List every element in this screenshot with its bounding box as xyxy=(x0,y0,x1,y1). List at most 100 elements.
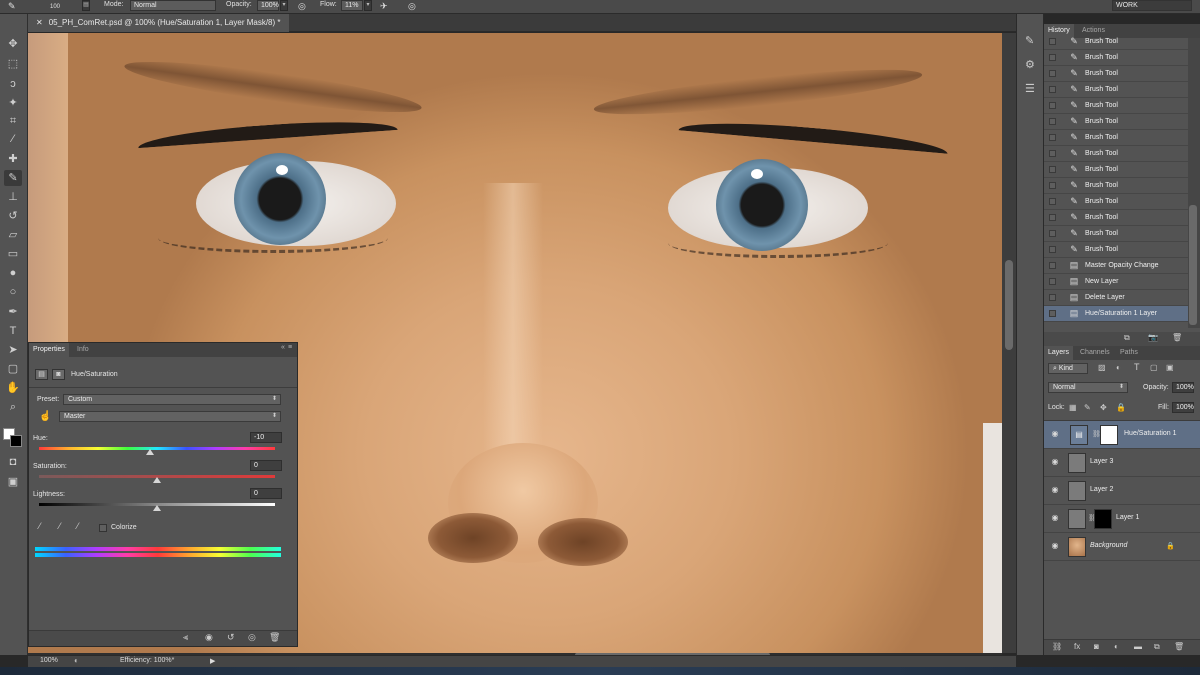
history-item[interactable]: ✎ Brush Tool xyxy=(1044,98,1188,114)
dodge-tool-icon[interactable]: ○ xyxy=(4,284,22,300)
history-item[interactable]: ✎ Brush Tool xyxy=(1044,162,1188,178)
hue-field[interactable]: -10 xyxy=(250,432,282,443)
history-source-checkbox[interactable] xyxy=(1049,70,1056,77)
mode-select[interactable]: Normal xyxy=(130,0,216,11)
eyedropper-minus-icon[interactable]: ⁄ xyxy=(77,521,79,531)
history-source-checkbox[interactable] xyxy=(1049,262,1056,269)
hue-slider-knob[interactable] xyxy=(146,449,155,455)
history-source-checkbox[interactable] xyxy=(1049,118,1056,125)
zoom-level[interactable]: 100% xyxy=(40,657,58,664)
layer-style-icon[interactable]: fx xyxy=(1074,642,1080,651)
filter-smart-object-icon[interactable]: ▣ xyxy=(1166,363,1174,372)
history-item[interactable]: ✎ Brush Tool xyxy=(1044,130,1188,146)
history-source-checkbox[interactable] xyxy=(1049,54,1056,61)
history-item[interactable]: ✎ Brush Tool xyxy=(1044,66,1188,82)
history-item[interactable]: ✎ Brush Tool xyxy=(1044,242,1188,258)
history-item[interactable]: ✎ Brush Tool xyxy=(1044,194,1188,210)
layer-mask-icon[interactable]: ◙ xyxy=(52,369,65,380)
new-group-icon[interactable]: ▬ xyxy=(1134,642,1142,651)
view-previous-state-icon[interactable]: ◉ xyxy=(205,632,213,643)
history-source-checkbox[interactable] xyxy=(1049,214,1056,221)
layer-mask-thumb[interactable] xyxy=(1094,509,1112,529)
layer-row-background[interactable]: ◉ Background 🔒 xyxy=(1044,533,1200,561)
eyedropper-plus-icon[interactable]: ⁄ xyxy=(59,521,61,531)
layer-filter-select[interactable]: ⌕ Kind xyxy=(1048,363,1088,374)
clip-to-layer-icon[interactable]: ⫷ xyxy=(183,632,188,643)
history-source-checkbox[interactable] xyxy=(1049,166,1056,173)
history-item[interactable]: ✎ Brush Tool xyxy=(1044,114,1188,130)
new-snapshot-icon[interactable]: 📷 xyxy=(1148,333,1158,342)
move-tool-icon[interactable]: ✥ xyxy=(4,36,22,52)
saturation-slider-knob[interactable] xyxy=(153,477,161,483)
document-tab[interactable]: ✕ 05_PH_ComRet.psd @ 100% (Hue/Saturation… xyxy=(28,14,289,32)
history-source-checkbox[interactable] xyxy=(1049,278,1056,285)
visibility-eye-icon[interactable]: ◉ xyxy=(1050,457,1060,467)
channel-select[interactable]: Master ⬍ xyxy=(59,411,281,422)
reset-icon[interactable]: ↺ xyxy=(227,632,235,643)
visibility-eye-icon[interactable]: ◉ xyxy=(1050,485,1060,495)
tab-info[interactable]: Info xyxy=(73,343,93,357)
eyedropper-tool-icon[interactable]: ⁄ xyxy=(4,131,22,147)
type-tool-icon[interactable]: T xyxy=(4,323,22,339)
airbrush-icon[interactable]: ✈ xyxy=(380,1,388,12)
history-item[interactable]: ▤ Master Opacity Change xyxy=(1044,258,1188,274)
layer-opacity-field[interactable]: 100% xyxy=(1172,382,1194,393)
history-item[interactable]: ✎ Brush Tool xyxy=(1044,50,1188,66)
adjustments-panel-icon[interactable]: ⚙ xyxy=(1025,58,1035,71)
pen-tool-icon[interactable]: ✒ xyxy=(4,304,22,320)
crop-tool-icon[interactable]: ⌗ xyxy=(4,113,22,129)
history-source-checkbox[interactable] xyxy=(1049,134,1056,141)
canvas-vertical-scroll-thumb[interactable] xyxy=(1005,260,1013,350)
add-mask-icon[interactable]: ◙ xyxy=(1094,642,1099,651)
history-source-checkbox[interactable] xyxy=(1049,230,1056,237)
pressure-opacity-icon[interactable]: ◎ xyxy=(298,1,306,12)
screen-mode-icon[interactable]: ▣ xyxy=(4,474,22,490)
history-source-checkbox[interactable] xyxy=(1049,38,1056,45)
layer-row-layer-2[interactable]: ◉ Layer 2 xyxy=(1044,477,1200,505)
hand-tool-icon[interactable]: ✋ xyxy=(4,380,22,396)
filter-pixel-icon[interactable]: ▨ xyxy=(1098,363,1106,372)
history-item[interactable]: ✎ Brush Tool xyxy=(1044,34,1188,50)
history-source-checkbox[interactable] xyxy=(1049,310,1056,317)
brush-panel-icon[interactable]: ✎ xyxy=(1025,34,1034,47)
brush-preset-icon[interactable]: ✎ xyxy=(8,1,16,12)
layer-mask-thumb[interactable] xyxy=(1100,425,1118,445)
workspace-switcher[interactable]: WORK xyxy=(1112,0,1192,11)
healing-brush-tool-icon[interactable]: ✚ xyxy=(4,151,22,167)
brush-tool-icon[interactable]: ✎ xyxy=(4,170,22,186)
marquee-tool-icon[interactable]: ⬚ xyxy=(4,56,22,72)
history-source-checkbox[interactable] xyxy=(1049,198,1056,205)
flow-dropdown-icon[interactable]: ▾ xyxy=(364,0,372,11)
eyedropper-icon[interactable]: ⁄ xyxy=(39,521,41,531)
history-source-checkbox[interactable] xyxy=(1049,182,1056,189)
history-item[interactable]: ✎ Brush Tool xyxy=(1044,226,1188,242)
history-source-checkbox[interactable] xyxy=(1049,246,1056,253)
clone-stamp-tool-icon[interactable]: ⊥ xyxy=(4,189,22,205)
zoom-tool-icon[interactable]: ⌕ xyxy=(4,399,22,415)
history-item[interactable]: ▤ Delete Layer xyxy=(1044,290,1188,306)
preset-select[interactable]: Custom ⬍ xyxy=(63,394,281,405)
opacity-field[interactable]: 100% xyxy=(257,0,279,11)
visibility-eye-icon[interactable]: ◉ xyxy=(1050,429,1060,439)
pressure-size-icon[interactable]: ◎ xyxy=(408,1,416,12)
opacity-dropdown-icon[interactable]: ▾ xyxy=(280,0,288,11)
delete-layer-icon[interactable]: 🗑 xyxy=(1174,642,1184,651)
panel-collapse-icon[interactable]: « xyxy=(281,344,285,351)
history-brush-tool-icon[interactable]: ↺ xyxy=(4,208,22,224)
tab-paths[interactable]: Paths xyxy=(1116,346,1142,360)
link-layers-icon[interactable]: ⛓ xyxy=(1052,642,1062,651)
status-menu-arrow-icon[interactable]: ▶ xyxy=(210,657,215,665)
layer-row-layer-3[interactable]: ◉ Layer 3 xyxy=(1044,449,1200,477)
status-info-icon[interactable]: ◐ xyxy=(74,656,79,665)
new-adjustment-layer-icon[interactable]: ◐ xyxy=(1114,642,1119,651)
gradient-tool-icon[interactable]: ▭ xyxy=(4,246,22,262)
targeted-adjustment-hand-icon[interactable]: ☝ xyxy=(39,411,51,422)
new-layer-icon[interactable]: ⧉ xyxy=(1154,642,1160,652)
history-source-checkbox[interactable] xyxy=(1049,150,1056,157)
colorize-checkbox[interactable] xyxy=(99,524,107,532)
blend-mode-select[interactable]: Normal ⬍ xyxy=(1048,382,1128,393)
history-source-checkbox[interactable] xyxy=(1049,102,1056,109)
clone-source-panel-icon[interactable]: ☰ xyxy=(1025,82,1035,95)
blur-tool-icon[interactable]: ● xyxy=(4,265,22,281)
history-item-selected[interactable]: ▤ Hue/Saturation 1 Layer xyxy=(1044,306,1188,322)
